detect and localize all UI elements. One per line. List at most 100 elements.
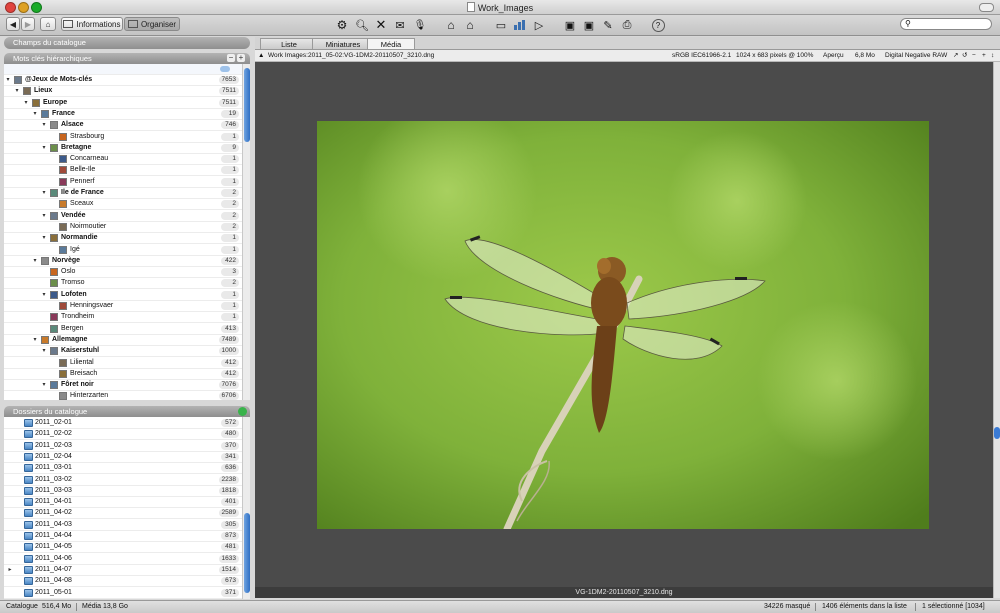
keyword-row[interactable]: Noirmoutier 2 [4, 222, 242, 233]
disclosure-triangle-icon[interactable]: ▾ [40, 120, 48, 130]
media-viewer[interactable] [255, 62, 993, 587]
disclosure-triangle-icon[interactable]: ▾ [13, 86, 21, 96]
keywords-scrollbar[interactable] [242, 64, 250, 400]
disclosure-triangle-icon[interactable]: ▾ [31, 335, 39, 345]
image-icon[interactable]: ▣ [562, 17, 578, 33]
keyword-row[interactable]: Belle-Ile 1 [4, 165, 242, 177]
toggle-icon[interactable] [220, 66, 230, 72]
disclosure-triangle-icon[interactable]: ▾ [4, 75, 12, 85]
tab-thumbnails[interactable]: Miniatures [312, 38, 374, 49]
folder-row[interactable]: 2011_04-08 673 [4, 576, 242, 588]
edit-pencil-icon[interactable]: ✎ [600, 17, 616, 33]
settings-gear-icon[interactable]: ⚙ [334, 17, 350, 33]
collapse-minus-icon[interactable]: − [227, 54, 235, 62]
disclosure-triangle-icon[interactable]: ▾ [40, 143, 48, 153]
keyword-row[interactable]: ▾ Lofoten 1 [4, 290, 242, 301]
keyword-row[interactable]: Oslo 3 [4, 267, 242, 279]
folder-row[interactable]: 2011_04-05 481 [4, 542, 242, 554]
folder-row[interactable]: 2011_03-03 1818 [4, 486, 242, 497]
home-button[interactable]: ⌂ [40, 17, 56, 31]
keyword-row[interactable]: Liliental 412 [4, 358, 242, 369]
keyword-row[interactable]: Pennerf 1 [4, 177, 242, 188]
keyword-row[interactable]: Strasbourg 1 [4, 132, 242, 143]
disclosure-triangle-icon[interactable]: ▾ [22, 98, 30, 108]
back-button[interactable]: ◀ [6, 17, 20, 31]
toolbar-toggle-button[interactable] [979, 3, 994, 12]
keyword-row[interactable]: Breisach 412 [4, 369, 242, 380]
keyword-row[interactable]: ▾ Fôret noir 7076 [4, 380, 242, 392]
disclosure-triangle-icon[interactable]: ▾ [31, 256, 39, 266]
home-folder-icon[interactable]: ⌂ [443, 17, 459, 33]
keyword-row[interactable]: Igé 1 [4, 245, 242, 256]
disclosure-triangle-icon[interactable]: ▾ [40, 380, 48, 390]
viewer-scrollbar[interactable] [993, 62, 1000, 598]
disclosure-triangle-icon[interactable]: ▾ [40, 346, 48, 356]
keywords-scroll-thumb[interactable] [244, 68, 250, 142]
disclosure-triangle-icon[interactable]: ▸ [6, 565, 14, 575]
zoom-out-icon[interactable]: − [972, 50, 976, 61]
disclosure-triangle-icon[interactable]: ▾ [40, 211, 48, 221]
folder-row[interactable]: 2011_02-01 572 [4, 418, 242, 429]
tab-media[interactable]: Média [367, 38, 415, 49]
keyword-row[interactable]: ▾ Lieux 7511 [4, 86, 242, 98]
search-field[interactable]: ⚲ [900, 18, 992, 30]
organiser-tab-button[interactable]: Organiser [124, 17, 180, 31]
folder-row[interactable]: 2011_04-04 873 [4, 531, 242, 542]
forward-button[interactable]: ▶ [21, 17, 35, 31]
gallery-icon[interactable]: ▣ [581, 17, 597, 33]
keyword-row[interactable]: ▾ Norvège 422 [4, 256, 242, 267]
view-mode-icon[interactable]: ▭ [493, 17, 509, 33]
folder-row[interactable]: 2011_04-03 305 [4, 520, 242, 531]
keyword-row[interactable]: ▾ Bretagne 9 [4, 143, 242, 154]
delete-icon[interactable]: ✕ [373, 17, 389, 33]
tab-list[interactable]: Liste [260, 38, 318, 49]
chart-icon[interactable] [512, 17, 528, 33]
keyword-row[interactable]: Trondheim 1 [4, 312, 242, 324]
play-icon[interactable]: ▷ [531, 17, 547, 33]
keyword-row[interactable]: Hinterzarten 6706 [4, 391, 242, 400]
keyword-row[interactable]: Sceaux 2 [4, 199, 242, 211]
folder-row[interactable]: ▸ 2011_04-07 1514 [4, 565, 242, 576]
keywords-header[interactable]: Mots clés hiérarchiques − + [4, 53, 250, 64]
disclosure-triangle-icon[interactable]: ▾ [40, 188, 48, 198]
dragonfly-photo[interactable] [317, 121, 929, 529]
keyword-row[interactable]: Henningsvaer 1 [4, 301, 242, 312]
keyword-row[interactable]: Bergen 413 [4, 324, 242, 335]
folder-row[interactable]: 2011_03-02 2238 [4, 475, 242, 486]
expand-icon[interactable]: ↕ [991, 50, 994, 61]
keyword-row[interactable]: ▾ Kaiserstuhl 1000 [4, 346, 242, 358]
keyword-row[interactable]: ▾ Ile de France 2 [4, 188, 242, 199]
help-icon[interactable]: ? [650, 17, 666, 33]
folders-scrollbar[interactable] [242, 417, 250, 599]
keyword-row[interactable]: Tromso 2 [4, 278, 242, 290]
keyword-row[interactable]: Concarneau 1 [4, 154, 242, 166]
add-plus-icon[interactable]: + [237, 54, 245, 62]
folder-row[interactable]: 2011_04-06 1633 [4, 554, 242, 565]
find-icon[interactable]: 🔍︎ [354, 17, 370, 33]
keyword-row[interactable]: ▾ Allemagne 7489 [4, 335, 242, 346]
catalog-fields-header[interactable]: Champs du catalogue [4, 37, 250, 49]
mail-icon[interactable]: ✉ [392, 17, 408, 33]
keyword-row[interactable]: ▾ Europe 7511 [4, 98, 242, 109]
folder-row[interactable]: 2011_03-01 636 [4, 463, 242, 475]
folder-row[interactable]: 2011_02-03 370 [4, 441, 242, 452]
informations-tab-button[interactable]: Informations [61, 17, 123, 31]
rotate-icon[interactable]: ↺ [962, 50, 967, 61]
disclosure-triangle-icon[interactable]: ▾ [31, 109, 39, 119]
folder-row[interactable]: 2011_02-02 480 [4, 429, 242, 441]
zoom-in-icon[interactable]: + [982, 50, 986, 61]
print-icon[interactable]: ⎙ [619, 17, 635, 33]
microphone-icon[interactable]: 🎙︎ [412, 17, 428, 33]
import-icon[interactable]: ⌂ [462, 17, 478, 33]
disclosure-triangle-icon[interactable]: ▾ [40, 233, 48, 243]
keyword-row[interactable]: ▾ France 19 [4, 109, 242, 120]
search-input[interactable] [913, 19, 985, 29]
keyword-row[interactable]: ▾ Normandie 1 [4, 233, 242, 245]
keyword-row[interactable]: ▾ @Jeux de Mots-clés 7653 [4, 75, 242, 86]
folders-header[interactable]: Dossiers du catalogue [4, 406, 250, 417]
disclosure-triangle-icon[interactable]: ▾ [40, 290, 48, 300]
viewer-scroll-thumb[interactable] [994, 427, 1000, 439]
keyword-row[interactable]: ▾ Vendée 2 [4, 211, 242, 222]
folder-row[interactable]: 2011_05-01 371 [4, 588, 242, 599]
folder-row[interactable]: 2011_04-01 401 [4, 497, 242, 509]
